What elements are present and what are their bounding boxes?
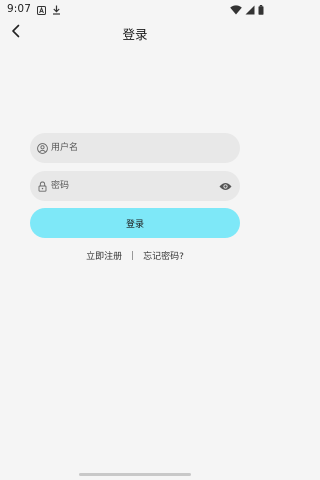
username-field[interactable] <box>30 133 240 163</box>
notification-a-icon <box>36 0 46 19</box>
status-bar: 9:07 <box>0 0 270 18</box>
home-indicator[interactable] <box>79 473 191 476</box>
eye-icon[interactable] <box>218 179 232 193</box>
password-input[interactable] <box>51 171 218 201</box>
links-divider: | <box>131 250 135 261</box>
password-field[interactable] <box>30 171 240 201</box>
status-left: 9:07 <box>7 0 61 19</box>
register-link[interactable]: 立即注册 <box>86 249 122 262</box>
status-time: 9:07 <box>7 3 31 15</box>
download-icon <box>52 0 61 19</box>
forgot-password-link[interactable]: 忘记密码? <box>143 249 184 262</box>
status-right <box>230 0 264 19</box>
login-screen: 9:07 登录 用户名 登录 立即注册 | 忘记密码? <box>0 0 270 480</box>
battery-icon <box>258 0 264 19</box>
auth-links: 立即注册 | 忘记密码? <box>0 249 270 263</box>
login-button[interactable]: 登录 <box>30 208 240 238</box>
username-input[interactable] <box>51 133 232 163</box>
wifi-icon <box>230 0 242 19</box>
lock-icon <box>37 181 48 192</box>
cell-signal-icon <box>245 0 255 19</box>
user-icon <box>37 142 48 154</box>
page-title: 登录 <box>122 27 148 42</box>
app-bar: 登录 <box>0 18 270 46</box>
